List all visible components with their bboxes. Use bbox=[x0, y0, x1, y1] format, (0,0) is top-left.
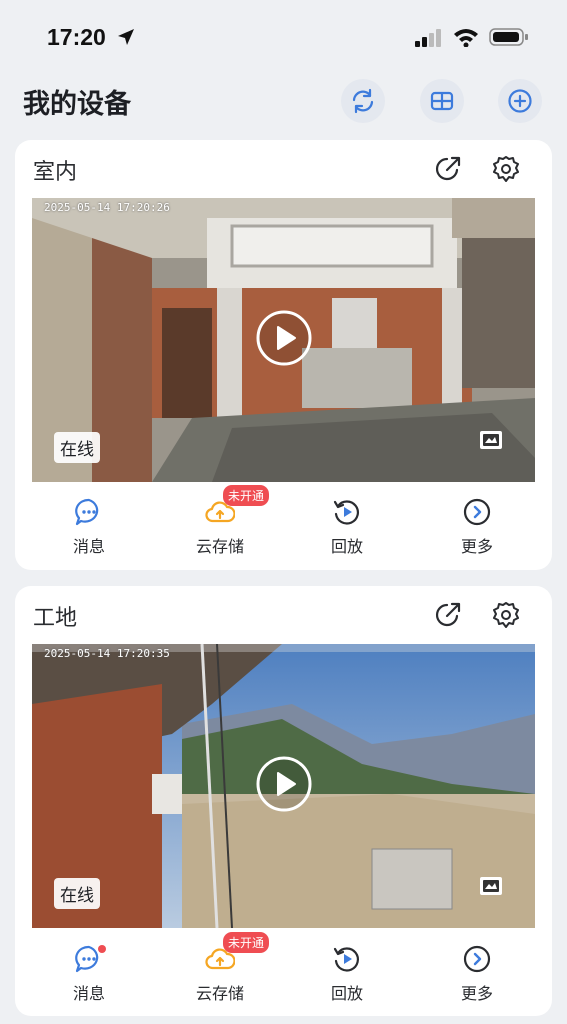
chevron-right-circle-icon bbox=[463, 945, 491, 973]
messages-action[interactable]: 消息 bbox=[44, 497, 134, 567]
online-status-badge: 在线 bbox=[54, 432, 100, 463]
video-timestamp: 2025-05-14 17:20:35 bbox=[44, 647, 170, 660]
action-label: 云存储 bbox=[195, 984, 244, 1003]
play-icon[interactable] bbox=[256, 310, 312, 366]
messages-action[interactable]: 消息 bbox=[44, 944, 134, 1014]
unread-dot bbox=[98, 945, 106, 953]
add-device-button[interactable] bbox=[498, 79, 542, 123]
grid-view-button[interactable] bbox=[420, 79, 464, 123]
action-label: 回放 bbox=[330, 537, 363, 556]
battery-icon bbox=[489, 28, 528, 46]
location-arrow-icon bbox=[118, 29, 134, 45]
play-icon[interactable] bbox=[256, 756, 312, 812]
page-title: 我的设备 bbox=[23, 89, 131, 120]
device-card[interactable]: 工地 2025-05-14 17:20:35 在线 消息 未开通 云存储 回放 … bbox=[15, 586, 552, 1016]
device-card[interactable]: 室内 2025-05-14 17:20:26 在线 消息 未开通 云存储 回放 … bbox=[15, 140, 552, 570]
cellular-signal-icon bbox=[415, 29, 441, 47]
video-timestamp: 2025-05-14 17:20:26 bbox=[44, 201, 170, 214]
action-label: 回放 bbox=[330, 984, 363, 1003]
playback-icon bbox=[333, 947, 359, 972]
camera-preview[interactable]: 2025-05-14 17:20:26 在线 bbox=[32, 198, 535, 482]
not-activated-badge: 未开通 bbox=[223, 485, 270, 506]
chevron-right-circle-icon bbox=[463, 498, 491, 526]
grid-icon bbox=[430, 91, 454, 111]
action-label: 消息 bbox=[72, 537, 105, 556]
more-action[interactable]: 更多 bbox=[432, 944, 522, 1014]
playback-action[interactable]: 回放 bbox=[302, 497, 392, 567]
device-action-bar: 消息 未开通 云存储 回放 更多 bbox=[15, 932, 552, 1014]
share-icon[interactable] bbox=[433, 154, 463, 184]
action-label: 云存储 bbox=[195, 537, 244, 556]
playback-action[interactable]: 回放 bbox=[302, 944, 392, 1014]
device-action-bar: 消息 未开通 云存储 回放 更多 bbox=[15, 485, 552, 567]
share-icon[interactable] bbox=[433, 600, 463, 630]
chat-bubble-icon bbox=[75, 498, 99, 526]
cloud-storage-action[interactable]: 未开通 云存储 bbox=[175, 485, 270, 567]
more-action[interactable]: 更多 bbox=[432, 497, 522, 567]
refresh-button[interactable] bbox=[341, 79, 385, 123]
device-name: 工地 bbox=[33, 606, 78, 631]
settings-gear-icon[interactable] bbox=[491, 154, 521, 184]
cloud-storage-action[interactable]: 未开通 云存储 bbox=[175, 932, 270, 1014]
plus-circle-icon bbox=[508, 89, 532, 113]
online-status-badge: 在线 bbox=[54, 878, 100, 909]
status-time: 17:20 bbox=[47, 24, 106, 50]
playback-icon bbox=[333, 500, 359, 525]
wifi-icon bbox=[454, 29, 478, 47]
camera-preview[interactable]: 2025-05-14 17:20:35 在线 bbox=[32, 644, 535, 928]
device-name: 室内 bbox=[33, 160, 78, 185]
refresh-icon bbox=[352, 88, 374, 114]
cloud-storage-indicator-icon bbox=[480, 877, 502, 895]
cloud-storage-indicator-icon bbox=[480, 431, 502, 449]
settings-gear-icon[interactable] bbox=[491, 600, 521, 630]
action-label: 消息 bbox=[72, 984, 105, 1003]
status-bar: 17:20 bbox=[0, 0, 567, 70]
action-label: 更多 bbox=[460, 537, 493, 556]
not-activated-badge: 未开通 bbox=[223, 932, 270, 953]
action-label: 更多 bbox=[460, 984, 493, 1003]
